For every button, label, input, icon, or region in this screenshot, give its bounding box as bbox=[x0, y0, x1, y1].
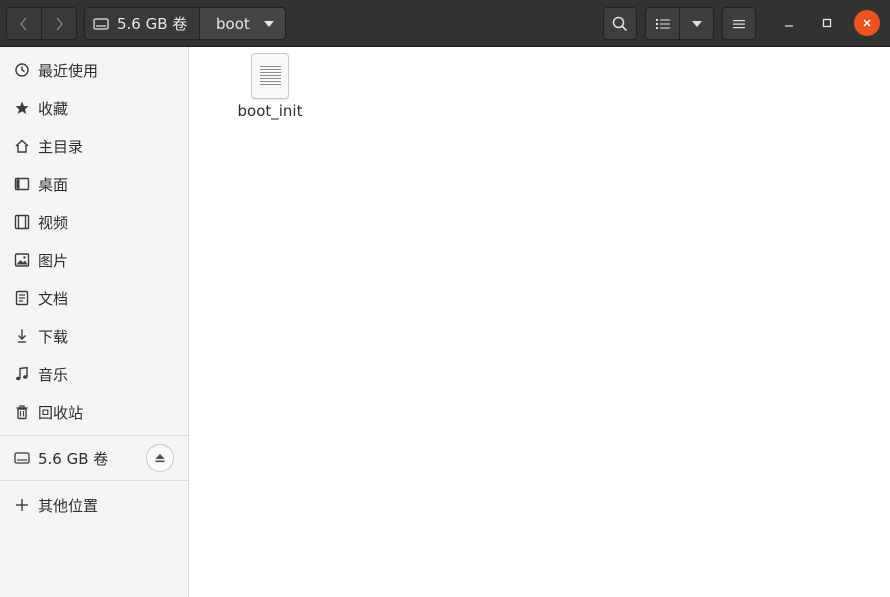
hamburger-menu-icon bbox=[733, 19, 745, 28]
maximize-button[interactable] bbox=[814, 10, 840, 36]
minimize-icon bbox=[785, 25, 793, 27]
file-item[interactable]: boot_init bbox=[230, 53, 310, 120]
sidebar-item-music[interactable]: 音乐 bbox=[0, 355, 188, 393]
sidebar-item-home[interactable]: 主目录 bbox=[0, 127, 188, 165]
music-icon bbox=[13, 366, 30, 383]
sidebar-item-label: 收藏 bbox=[38, 99, 69, 118]
path-volume-label: 5.6 GB 卷 bbox=[117, 15, 188, 33]
sidebar-item-label: 视频 bbox=[38, 213, 69, 232]
view-dropdown-button[interactable] bbox=[679, 8, 713, 39]
close-button[interactable] bbox=[854, 10, 880, 36]
home-icon bbox=[13, 138, 30, 155]
plus-icon bbox=[13, 497, 30, 514]
video-icon bbox=[13, 214, 30, 231]
sidebar-item-label: 主目录 bbox=[38, 137, 84, 156]
trash-icon bbox=[13, 404, 30, 421]
caret-down-icon bbox=[263, 20, 274, 27]
file-view[interactable]: boot_init bbox=[190, 47, 890, 597]
sidebar-item-label: 其他位置 bbox=[38, 496, 99, 515]
picture-icon bbox=[13, 252, 30, 269]
navigation-buttons bbox=[6, 7, 77, 40]
sidebar: 最近使用 收藏 主目录 桌面 视频 图片 文档 下载 音乐 回收站 5.6 GB… bbox=[0, 47, 189, 597]
sidebar-item-documents[interactable]: 文档 bbox=[0, 279, 188, 317]
sidebar-item-label: 文档 bbox=[38, 289, 69, 308]
sidebar-item-label: 音乐 bbox=[38, 365, 69, 384]
recent-icon bbox=[13, 62, 30, 79]
sidebar-item-label: 最近使用 bbox=[38, 61, 99, 80]
header-bar: 5.6 GB 卷 boot bbox=[0, 0, 890, 47]
forward-button[interactable] bbox=[41, 8, 76, 39]
sidebar-item-trash[interactable]: 回收站 bbox=[0, 393, 188, 431]
list-view-icon bbox=[655, 18, 670, 29]
drive-icon bbox=[93, 17, 109, 30]
file-name: boot_init bbox=[237, 102, 303, 120]
sidebar-item-other-locations[interactable]: 其他位置 bbox=[0, 486, 188, 524]
eject-icon bbox=[155, 454, 165, 463]
sidebar-item-label: 图片 bbox=[38, 251, 69, 270]
search-button[interactable] bbox=[603, 7, 637, 40]
sidebar-item-recent[interactable]: 最近使用 bbox=[0, 51, 188, 89]
caret-down-icon bbox=[691, 20, 702, 27]
maximize-icon bbox=[822, 18, 832, 28]
download-icon bbox=[13, 328, 30, 345]
view-options bbox=[645, 7, 714, 40]
path-current-folder-button[interactable]: boot bbox=[199, 8, 285, 39]
back-button[interactable] bbox=[7, 8, 41, 39]
path-volume-button[interactable]: 5.6 GB 卷 bbox=[85, 8, 199, 39]
sidebar-item-videos[interactable]: 视频 bbox=[0, 203, 188, 241]
sidebar-item-downloads[interactable]: 下载 bbox=[0, 317, 188, 355]
sidebar-item-label: 回收站 bbox=[38, 403, 84, 422]
path-bar: 5.6 GB 卷 boot bbox=[84, 7, 286, 40]
path-current-folder-label: boot bbox=[216, 14, 250, 33]
minimize-button[interactable] bbox=[776, 10, 802, 36]
sidebar-item-label: 桌面 bbox=[38, 175, 69, 194]
star-icon bbox=[13, 100, 30, 117]
close-icon bbox=[863, 19, 871, 27]
menu-button[interactable] bbox=[722, 7, 756, 40]
search-icon bbox=[612, 16, 628, 31]
desktop-icon bbox=[13, 176, 30, 193]
sidebar-item-label: 5.6 GB 卷 bbox=[38, 449, 109, 468]
eject-button[interactable] bbox=[146, 444, 174, 472]
sidebar-item-starred[interactable]: 收藏 bbox=[0, 89, 188, 127]
sidebar-item-pictures[interactable]: 图片 bbox=[0, 241, 188, 279]
chevron-right-icon bbox=[56, 17, 63, 30]
sidebar-item-desktop[interactable]: 桌面 bbox=[0, 165, 188, 203]
drive-icon bbox=[13, 450, 30, 467]
sidebar-item-label: 下载 bbox=[38, 327, 69, 346]
list-view-button[interactable] bbox=[646, 8, 679, 39]
chevron-left-icon bbox=[20, 17, 27, 30]
sidebar-divider bbox=[0, 435, 188, 436]
text-file-icon bbox=[251, 53, 289, 99]
document-icon bbox=[13, 290, 30, 307]
sidebar-divider bbox=[0, 480, 188, 481]
